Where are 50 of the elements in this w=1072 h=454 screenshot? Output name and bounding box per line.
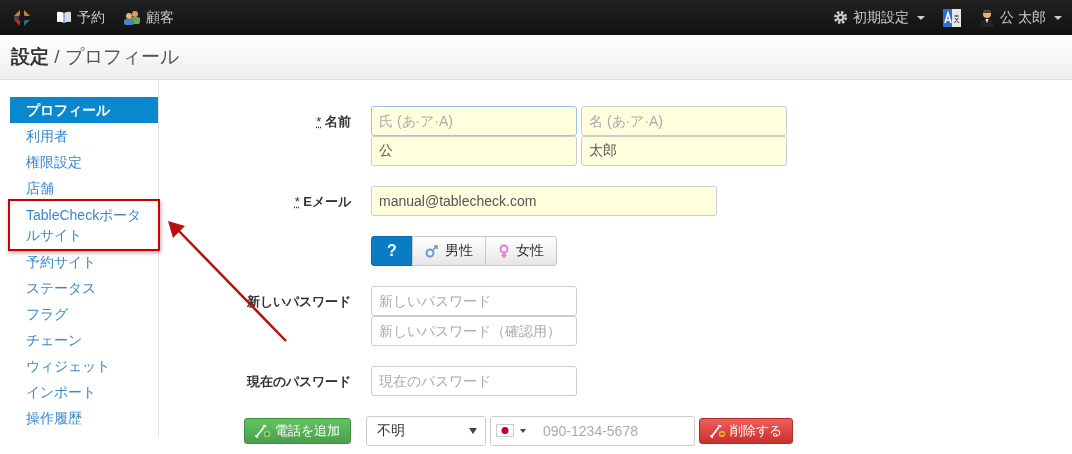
sidebar-item[interactable]: 予約サイト bbox=[10, 249, 158, 275]
people-icon bbox=[123, 10, 141, 25]
phone-add-icon bbox=[255, 424, 271, 438]
type-select[interactable]: 不明 bbox=[366, 416, 486, 446]
sidebar-item[interactable]: チェーン bbox=[10, 327, 158, 353]
settings-icon bbox=[833, 10, 849, 25]
gender-button[interactable]: 男性 bbox=[411, 236, 486, 266]
sidebar-item[interactable]: 権限設定 bbox=[10, 149, 158, 175]
field-label: * Eメール bbox=[294, 193, 351, 211]
input-field[interactable]: 太郎 bbox=[581, 136, 787, 166]
page-title: 設定 / プロフィール bbox=[11, 45, 179, 69]
user-menu[interactable]: 公 太郎 bbox=[979, 8, 1062, 27]
user-avatar-icon bbox=[979, 8, 996, 27]
input-field[interactable]: manual@tablecheck.com bbox=[371, 186, 717, 216]
input-field[interactable]: 氏 (あ·ア·A) bbox=[371, 106, 577, 136]
male-icon bbox=[424, 244, 439, 258]
add-phone-button[interactable]: 電話を追加 bbox=[244, 418, 351, 444]
delete-phone-button[interactable]: 削除する bbox=[699, 418, 793, 444]
sidebar-item[interactable]: プロフィール bbox=[10, 97, 158, 123]
field-label: * 名前 bbox=[316, 113, 351, 131]
sidebar-item[interactable]: 利用者 bbox=[10, 123, 158, 149]
input-field[interactable]: 新しいパスワード（確認用） bbox=[371, 316, 577, 346]
settings-menu[interactable]: 初期設定 bbox=[833, 8, 926, 27]
dropdown-arrow-icon bbox=[520, 428, 526, 433]
phone-delete-icon bbox=[710, 424, 726, 438]
country-picker[interactable] bbox=[496, 424, 526, 437]
input-field[interactable]: 公 bbox=[371, 136, 577, 166]
sidebar-item[interactable]: 店舗 bbox=[10, 175, 158, 201]
input-field[interactable]: 現在のパスワード bbox=[371, 366, 577, 396]
sidebar-item[interactable]: ウィジェット bbox=[10, 353, 158, 379]
input-field[interactable]: 新しいパスワード bbox=[371, 286, 577, 316]
sidebar-item[interactable]: TableCheckポータルサイト bbox=[10, 201, 158, 249]
gender-button[interactable]: ? bbox=[371, 236, 413, 266]
caret-icon bbox=[1054, 15, 1062, 20]
flag-icon bbox=[496, 424, 514, 437]
field-label: 現在のパスワード bbox=[247, 373, 351, 391]
sidebar-item[interactable]: 操作履歴 bbox=[10, 405, 158, 431]
nav-link[interactable]: 予約 bbox=[56, 8, 105, 27]
sidebar-item[interactable]: インポート bbox=[10, 379, 158, 405]
input-field[interactable]: 名 (あ·ア·A) bbox=[581, 106, 787, 136]
nav-link[interactable]: 顧客 bbox=[123, 8, 174, 27]
translate-icon[interactable] bbox=[943, 8, 962, 27]
phone-field[interactable]: 090-1234-5678 bbox=[490, 416, 695, 446]
sidebar-item[interactable]: フラグ bbox=[10, 301, 158, 327]
sidebar-item[interactable]: ステータス bbox=[10, 275, 158, 301]
book-icon bbox=[56, 11, 72, 24]
gender-button[interactable]: 女性 bbox=[484, 236, 557, 266]
female-icon bbox=[497, 243, 510, 259]
caret-icon bbox=[917, 15, 926, 20]
dropdown-arrow-icon bbox=[469, 428, 477, 434]
